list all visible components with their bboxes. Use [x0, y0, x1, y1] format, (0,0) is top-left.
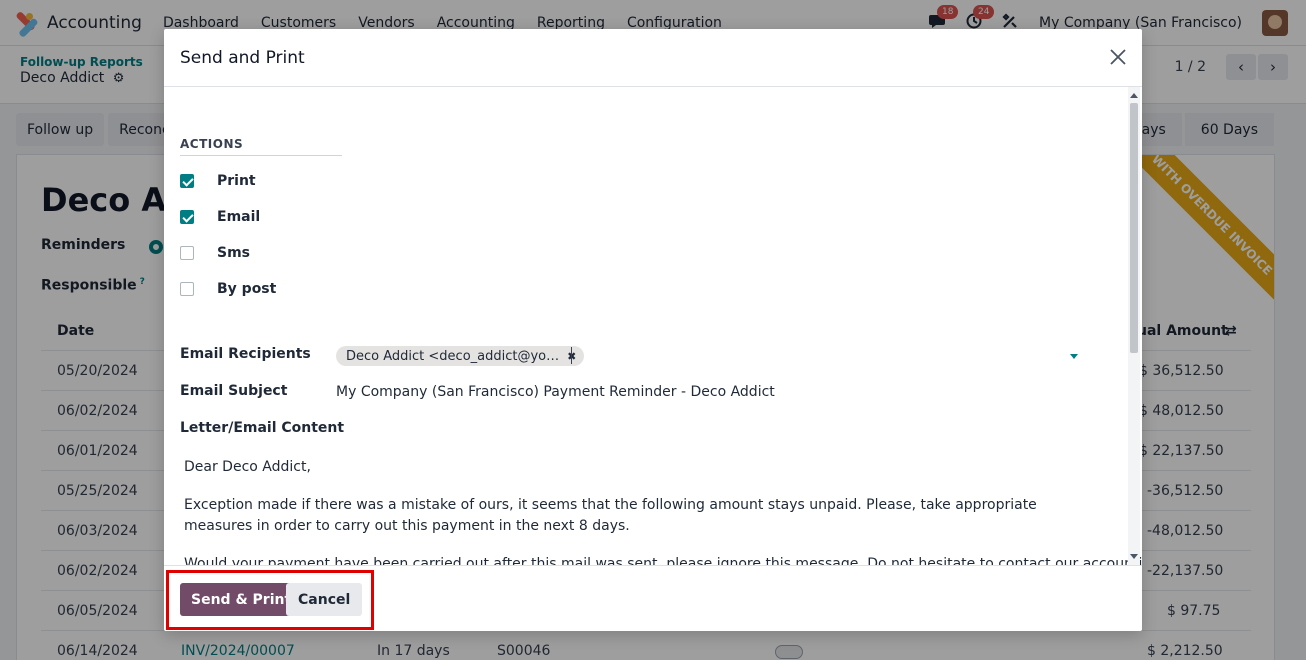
- recipient-tag-label: Deco Addict <deco_addict@yo…: [346, 348, 560, 364]
- scroll-thumb[interactable]: [1130, 103, 1138, 353]
- sms-option[interactable]: Sms: [180, 243, 250, 263]
- recipients-input[interactable]: [571, 347, 572, 364]
- scroll-up-icon[interactable]: [1130, 93, 1138, 98]
- close-button[interactable]: [1106, 45, 1130, 69]
- email-checkbox[interactable]: [180, 210, 194, 224]
- dialog-header: Send and Print: [164, 29, 1142, 87]
- highlight-annotation: [166, 570, 374, 630]
- dropdown-caret-icon[interactable]: [1070, 354, 1078, 359]
- dialog-scrollbar[interactable]: [1128, 87, 1140, 565]
- by-post-label: By post: [217, 281, 277, 297]
- dialog-title: Send and Print: [180, 48, 305, 68]
- scroll-down-icon[interactable]: [1130, 554, 1138, 559]
- print-checkbox[interactable]: [180, 174, 194, 188]
- actions-section-title: ACTIONS: [180, 137, 244, 151]
- send-and-print-dialog: Send and Print ACTIONS Print Email Sms B…: [164, 29, 1142, 631]
- letter-content-label: Letter/Email Content: [180, 420, 345, 436]
- recipient-tag[interactable]: Deco Addict <deco_addict@yo… ✖: [336, 346, 585, 366]
- content-paragraph: Exception made if there was a mistake of…: [184, 497, 1037, 534]
- email-label: Email: [217, 209, 261, 225]
- by-post-checkbox[interactable]: [180, 282, 194, 296]
- email-recipients-label: Email Recipients: [180, 346, 311, 362]
- dialog-body: ACTIONS Print Email Sms By post Email Re…: [164, 87, 1142, 565]
- actions-divider: [180, 155, 342, 156]
- email-subject-field[interactable]: My Company (San Francisco) Payment Remin…: [336, 384, 775, 400]
- content-greeting: Dear Deco Addict,: [184, 459, 311, 475]
- by-post-option[interactable]: By post: [180, 279, 276, 299]
- content-paragraph: Would your payment have been carried out…: [184, 556, 1142, 565]
- letter-content-editor[interactable]: Dear Deco Addict, Exception made if ther…: [184, 457, 1142, 565]
- sms-label: Sms: [217, 245, 251, 261]
- print-option[interactable]: Print: [180, 171, 256, 191]
- print-label: Print: [217, 173, 256, 189]
- close-icon: [1110, 49, 1126, 65]
- email-option[interactable]: Email: [180, 207, 260, 227]
- sms-checkbox[interactable]: [180, 246, 194, 260]
- email-subject-label: Email Subject: [180, 383, 288, 399]
